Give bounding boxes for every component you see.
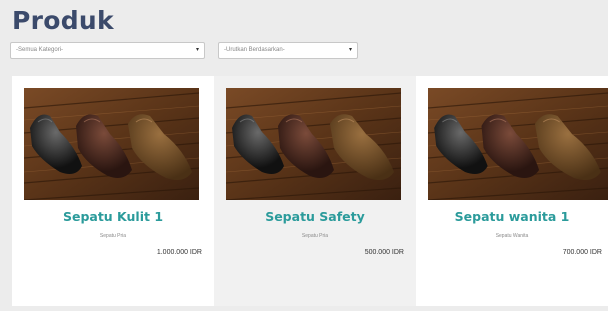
page-title: Produk	[12, 6, 114, 35]
product-name[interactable]: Sepatu wanita 1	[416, 209, 608, 224]
product-card[interactable]: Sepatu wanita 1 Sepatu Wanita 700.000 ID…	[416, 76, 608, 306]
chevron-down-icon: ▾	[195, 47, 199, 53]
product-image[interactable]	[226, 88, 401, 200]
chevron-down-icon: ▾	[348, 47, 352, 53]
product-name[interactable]: Sepatu Safety	[214, 209, 416, 224]
product-category: Sepatu Pria	[99, 233, 127, 239]
product-name[interactable]: Sepatu Kulit 1	[12, 209, 214, 224]
product-image[interactable]	[428, 88, 608, 200]
product-image[interactable]	[24, 88, 199, 200]
product-category: Sepatu Pria	[301, 233, 329, 239]
sort-value: -Urutkan Berdasarkan-	[224, 47, 285, 53]
product-card[interactable]: Sepatu Kulit 1 Sepatu Pria 1.000.000 IDR	[12, 76, 214, 306]
product-price: 1.000.000 IDR	[156, 249, 202, 256]
category-filter-select[interactable]: -Semua Kategori- ▾	[10, 42, 205, 59]
category-filter-value: -Semua Kategori-	[16, 47, 64, 53]
product-price: 500.000 IDR	[364, 249, 404, 256]
sort-select[interactable]: -Urutkan Berdasarkan- ▾	[218, 42, 358, 59]
product-card[interactable]: Sepatu Safety Sepatu Pria 500.000 IDR	[214, 76, 416, 306]
product-price: 700.000 IDR	[562, 249, 602, 256]
product-category: Sepatu Wanita	[495, 233, 529, 239]
